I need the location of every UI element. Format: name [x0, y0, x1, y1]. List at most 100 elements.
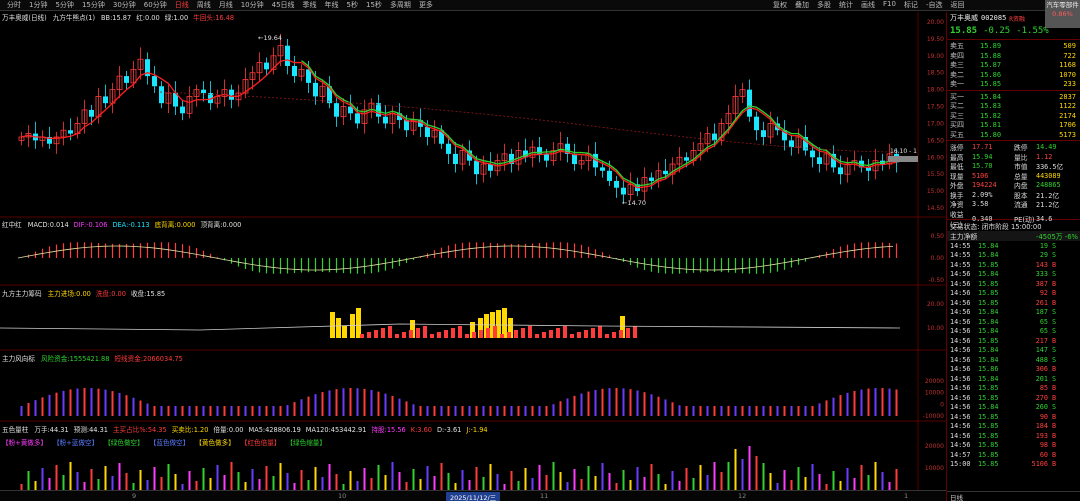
indicator-value: 牛回头:16.48 — [193, 14, 235, 22]
tick-list[interactable]: 14:55 15.84 19 S 14:55 15.84 29 S 14:55 15.85 143 B… — [947, 241, 1080, 469]
candle-body-down — [663, 170, 668, 175]
indicator-value: 主力进场:0.00 — [47, 290, 91, 298]
candle-body-down — [285, 45, 290, 66]
period-tab[interactable]: 1分钟 — [26, 0, 50, 10]
period-tab[interactable]: 15秒 — [363, 0, 385, 10]
indicator-value: DEA:-0.113 — [112, 221, 150, 229]
tab-daily[interactable]: 日线 — [950, 492, 963, 501]
trend-name: 主力风向标 — [2, 355, 35, 363]
tick-side: B — [1052, 298, 1057, 307]
candle-body-down — [334, 103, 339, 117]
period-tab[interactable]: 更多 — [416, 0, 436, 10]
vol-name: 五色量柱 — [2, 426, 29, 434]
period-tab[interactable]: 日线 — [172, 0, 192, 10]
book-price: 15.87 — [980, 61, 1002, 69]
indicator-value: MA120:453442.91 — [305, 426, 367, 434]
tool-button[interactable]: 返回 — [947, 0, 967, 10]
quote-panel: 万丰奥威 002085 R资融 15.85 -0.25 -1.55% 卖五 15.… — [946, 12, 1080, 501]
indicator-value: 倍量:0.00 — [213, 426, 244, 434]
time-label: 12 — [738, 492, 747, 500]
tool-button[interactable]: 多股 — [814, 0, 834, 10]
tick-volume: 306 — [1035, 365, 1048, 374]
period-tab[interactable]: 30分钟 — [110, 0, 139, 10]
tool-button[interactable]: 标记 — [901, 0, 921, 10]
flow-bar-red — [360, 334, 364, 338]
period-tab[interactable]: 分时 — [4, 0, 24, 10]
flow-bar-red — [598, 326, 602, 338]
flow-bar-yellow — [342, 326, 347, 338]
stat-label: 内盘 — [1014, 182, 1028, 190]
tick-row: 14:56 15.85 90 B — [947, 412, 1080, 422]
tick-time: 14:56 — [950, 422, 971, 431]
period-tab[interactable]: 周线 — [194, 0, 214, 10]
tool-button[interactable]: 画线 — [858, 0, 878, 10]
ask-row: 卖一 15.85 233 — [947, 79, 1080, 89]
period-tab[interactable]: 45日线 — [269, 0, 298, 10]
book-volume: 2837 — [1059, 92, 1076, 101]
candle-body-down — [124, 76, 129, 83]
indicator-value: 绿:1.00 — [164, 14, 189, 22]
tick-price: 15.85 — [978, 260, 999, 269]
price-change: -0.25 — [983, 26, 1011, 36]
book-label: 卖三 — [950, 61, 964, 69]
period-tab[interactable]: 年线 — [322, 0, 342, 10]
flow-bar-red — [374, 330, 378, 338]
period-tab[interactable]: 月线 — [216, 0, 236, 10]
legend-item: 【红色倍量】 — [240, 439, 281, 447]
book-volume: 1706 — [1059, 121, 1076, 129]
flow-bar-red — [563, 326, 567, 338]
tool-button[interactable]: -自选 — [923, 0, 946, 10]
period-tab[interactable]: 5秒 — [344, 0, 361, 10]
tick-price: 15.85 — [978, 336, 999, 345]
tick-time: 14:56 — [950, 412, 971, 421]
main-flow-row: 主力净额 -4505万 -6% — [947, 231, 1080, 241]
flow-bar-red — [472, 332, 476, 338]
sector-label: 汽车零部件 — [1046, 1, 1079, 9]
macd-axis-label: -0.50 — [928, 277, 944, 284]
stats-row: 现量 5106 总量 443089 — [947, 171, 1080, 181]
tool-button[interactable]: 复权 — [770, 0, 790, 10]
flow-bar-red — [591, 328, 595, 338]
tool-button[interactable]: 统计 — [836, 0, 856, 10]
tool-button[interactable]: F10 — [880, 0, 899, 10]
candle-body-down — [229, 89, 234, 100]
candle-body-down — [789, 140, 794, 148]
book-label: 卖四 — [950, 51, 964, 60]
indicator-value: 短线资金:2066034.75 — [114, 355, 183, 363]
tick-price: 15.85 — [978, 431, 999, 440]
book-price: 15.81 — [980, 121, 1002, 129]
legend-item: 【粉+黄做多】 — [2, 439, 48, 447]
book-label: 卖五 — [950, 42, 964, 50]
main-indicator-label: 九方牛熊点(1) — [52, 14, 96, 22]
book-price: 15.84 — [980, 92, 1002, 101]
last-price: 15.85 — [950, 26, 978, 36]
period-tab[interactable]: 60分钟 — [141, 0, 170, 10]
chart-area[interactable]: 20.00 19.50 19.00 18.50 18.00 17.50 17.00 16.50… — [0, 12, 946, 490]
candle-body-down — [747, 89, 752, 117]
period-tab[interactable]: 季线 — [300, 0, 320, 10]
period-tab[interactable]: 15分钟 — [79, 0, 108, 10]
tick-row: 14:56 15.85 193 B — [947, 431, 1080, 441]
period-tab[interactable]: 5分钟 — [52, 0, 76, 10]
indicator-value: J:-1.94 — [466, 426, 488, 434]
legend-item: 【粉+蓝做空】 — [53, 439, 99, 447]
tick-price: 15.84 — [978, 317, 999, 326]
kline-chart-svg[interactable]: 20.00 19.50 19.00 18.50 18.00 17.50 17.00 16.50… — [0, 12, 946, 490]
tick-price: 15.84 — [978, 355, 999, 364]
tick-row: 14:56 15.84 65 S — [947, 317, 1080, 327]
tick-time: 14:56 — [950, 279, 971, 288]
flow-bar-red — [577, 332, 581, 338]
book-label: 买五 — [950, 130, 964, 139]
tick-price: 15.86 — [978, 365, 999, 374]
main-flow-label: 主力净额 — [950, 233, 978, 241]
flow-bar-red — [367, 332, 371, 338]
main-stock-label: 万丰奥威(日线) — [2, 14, 47, 22]
last-price-tag — [888, 156, 918, 162]
period-tab[interactable]: 10分钟 — [238, 0, 267, 10]
period-tab[interactable]: 多周期 — [387, 0, 414, 10]
tick-time: 14:56 — [950, 298, 971, 307]
tool-button[interactable]: 叠加 — [792, 0, 812, 10]
flow-bar-red — [451, 328, 455, 338]
tick-side: B — [1052, 460, 1057, 469]
tick-row: 14:56 15.85 270 B — [947, 393, 1080, 403]
